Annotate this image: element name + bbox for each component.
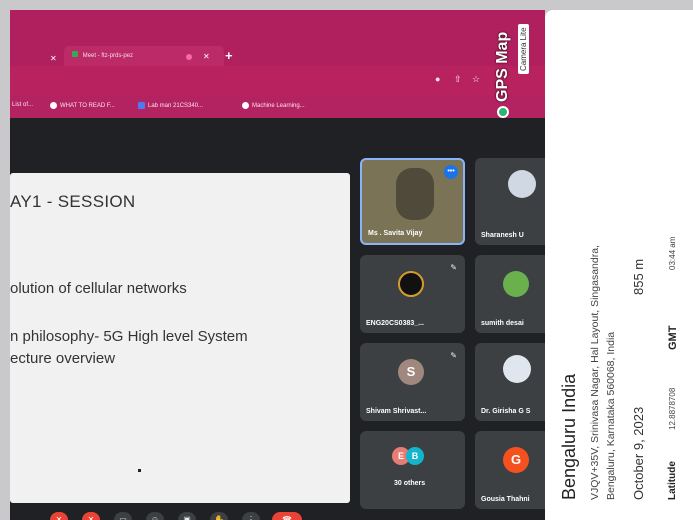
latitude-label: Latitude [667,461,678,500]
photo-frame: ✕ Meet - ftz-prds-pez ✕ + ● ⇧ ☆ List of.… [0,0,693,520]
presentation-slide: AY1 - SESSION olution of cellular networ… [10,173,350,503]
slide-title: AY1 - SESSION [10,192,136,211]
meet-controls: ✕ ✕ ▭ ☺ ▣ ✋ ⋮ ☎ [10,510,545,520]
meet-icon [72,51,78,57]
capture-time: 03:44 am [668,236,677,270]
participant-tile[interactable]: sumith desai [475,255,545,333]
participant-name: Sharanesh U [481,232,524,239]
mic-icon[interactable]: ● [435,74,440,84]
avatar: S [398,359,424,385]
slide-line: ecture overview [10,350,116,367]
bookmark-item[interactable]: WHAT TO READ F... [50,102,115,109]
participant-name: Dr. Girisha G S [481,408,531,415]
more-options-icon[interactable]: ⋮ [242,512,260,520]
avatar [508,170,536,198]
tab-meet[interactable]: Meet - ftz-prds-pez [64,46,224,66]
participant-name: ENG20CS0383_... [366,320,424,327]
altitude: 855 m [631,258,646,295]
camera-off-icon[interactable]: ✕ [82,512,100,520]
meet-call-area: AY1 - SESSION olution of cellular networ… [10,118,545,520]
avatar: G [503,447,529,473]
latitude-value: 12.8878708 [668,387,677,430]
recording-icon [186,54,192,60]
participant-tile[interactable]: ✎ S Shivam Shrivast... [360,343,465,421]
gps-map-camera-logo: GPS Map Camera Lite [488,10,548,120]
new-tab-icon[interactable]: + [225,48,233,63]
bookmark-item[interactable]: Machine Learning... [242,102,305,109]
participant-name: Shivam Shrivast... [366,408,427,415]
person-video [396,168,434,220]
slide-line: olution of cellular networks [10,280,187,297]
bookmark-item[interactable]: Lab man 21CS340... [138,102,203,109]
end-call-button[interactable]: ☎ [272,512,302,520]
bookmark-item[interactable]: List of... [12,102,33,108]
participant-name: Ms . Savita Vijay [368,230,423,237]
participant-tile[interactable]: ••• Ms . Savita Vijay [360,158,465,245]
participant-name: Gousia Thahni [481,496,530,503]
participant-tile[interactable]: ✎ ENG20CS0383_... [360,255,465,333]
star-icon[interactable]: ☆ [472,74,480,85]
location-city: Bengaluru India [559,373,579,500]
map-pin-icon [497,106,509,118]
chrome-icon [242,102,249,109]
laptop-screen: ✕ Meet - ftz-prds-pez ✕ + ● ⇧ ☆ List of.… [10,10,545,520]
logo-subtitle: Camera Lite [518,24,529,74]
tab-label: Meet - ftz-prds-pez [82,53,134,59]
avatar [398,271,424,297]
location-address: VJQV+35V, Srinivasa Nagar, Hal Layout, S… [589,245,601,500]
share-icon[interactable]: ⇧ [454,74,462,85]
captions-icon[interactable]: ▭ [114,512,132,520]
avatar [503,355,531,383]
doc-icon [138,102,145,109]
present-icon[interactable]: ▣ [178,512,196,520]
more-options-icon[interactable]: ••• [444,165,458,179]
avatar [503,271,529,297]
close-icon[interactable]: ✕ [50,54,57,63]
capture-date: October 9, 2023 [631,406,646,500]
close-tab-icon[interactable]: ✕ [203,52,210,61]
mic-off-icon[interactable]: ✕ [50,512,68,520]
chrome-icon [50,102,57,109]
avatar: B [406,447,424,465]
mic-off-icon: ✎ [450,263,457,272]
gps-info-panel: Bengaluru India VJQV+35V, Srinivasa Naga… [545,10,693,520]
participant-tile[interactable]: Sharanesh U [475,158,545,245]
emoji-icon[interactable]: ☺ [146,512,164,520]
mic-off-icon: ✎ [450,351,457,360]
raise-hand-icon[interactable]: ✋ [210,512,228,520]
participant-name: 30 others [394,480,426,487]
slide-line: n philosophy- 5G High level System [10,328,248,345]
participant-tile-others[interactable]: E B 30 others [360,431,465,509]
participant-tile[interactable]: G Gousia Thahni [475,431,545,509]
participant-name: sumith desai [481,320,524,327]
logo-title: GPS Map [494,31,511,102]
mouse-cursor [138,469,141,472]
address-bar[interactable] [10,66,545,96]
gmt-label: GMT [667,325,679,350]
location-address: Bengaluru, Karnataka 560068, India [605,331,617,500]
participant-tile[interactable]: Dr. Girisha G S [475,343,545,421]
